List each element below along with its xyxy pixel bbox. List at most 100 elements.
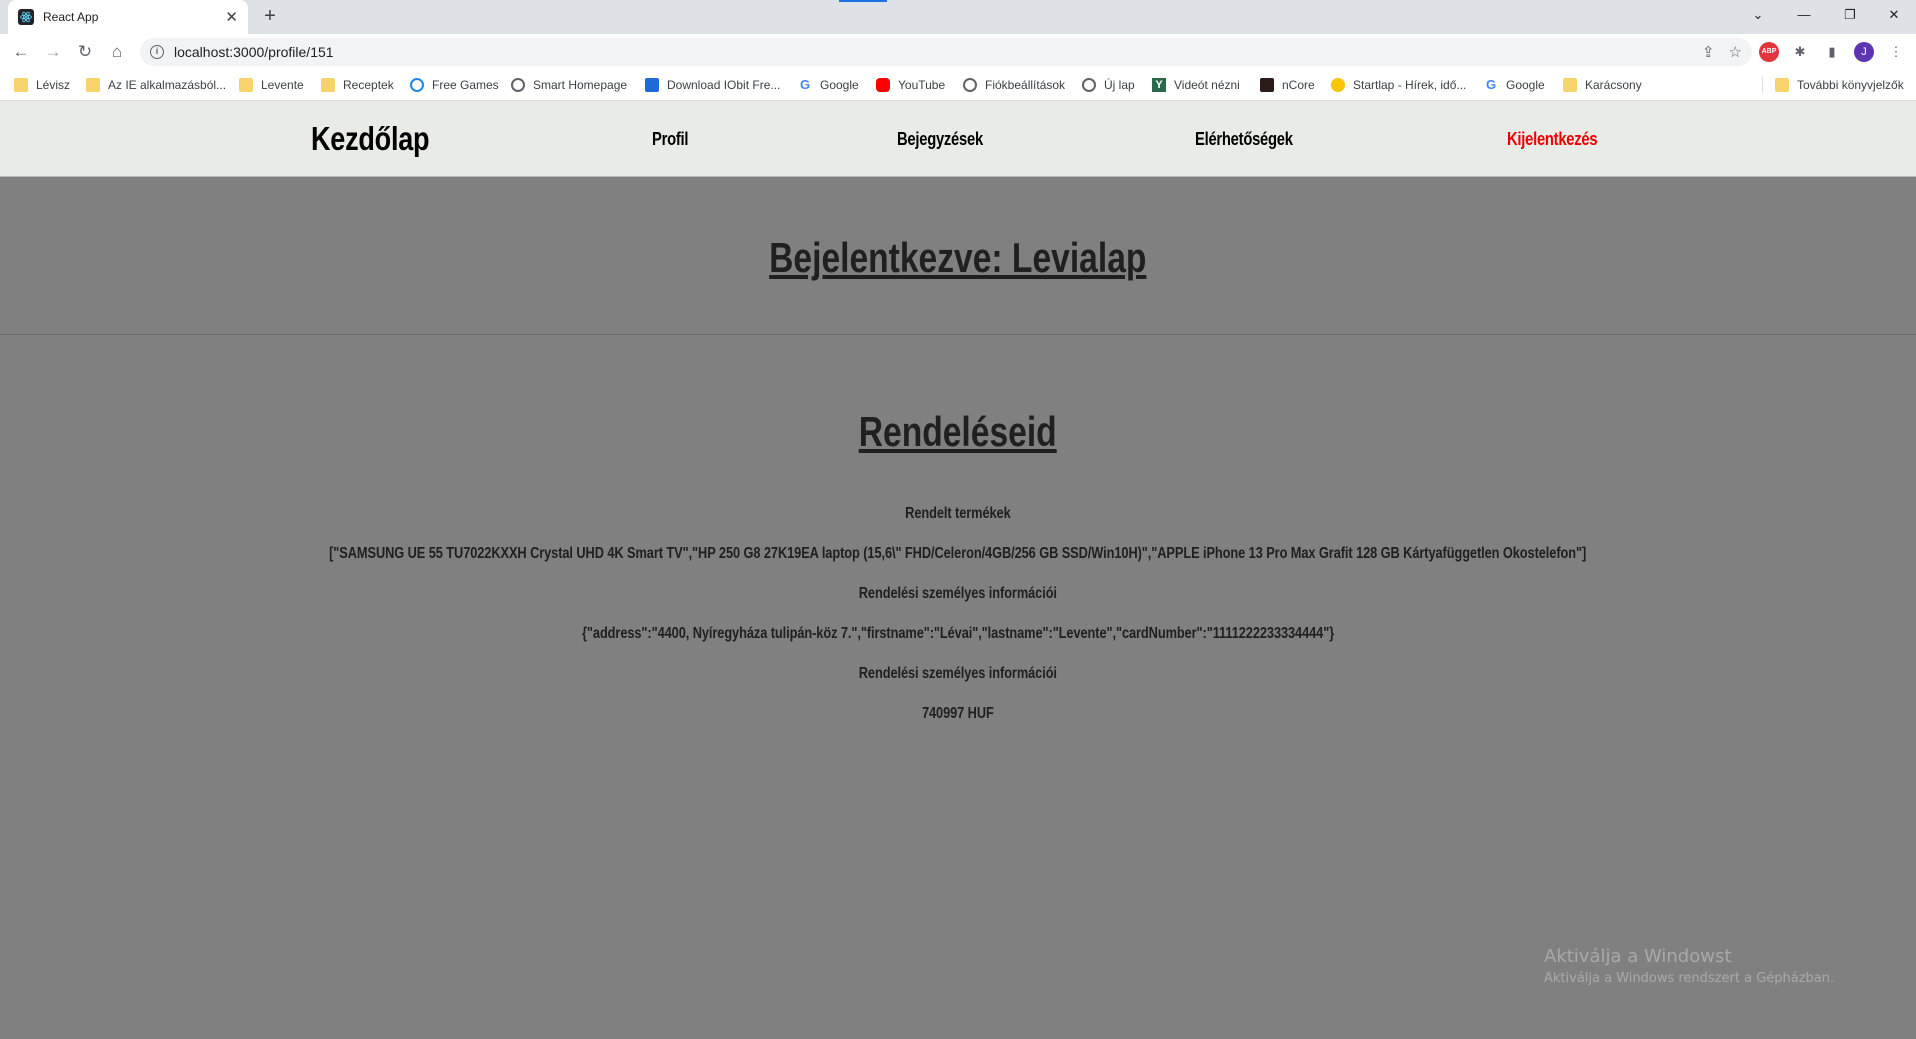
bookmark-ie[interactable]: Az IE alkalmazásból... bbox=[86, 77, 226, 93]
other-bookmarks[interactable]: További könyvjelzők bbox=[1775, 77, 1904, 93]
globe-icon bbox=[1082, 78, 1096, 92]
bookmark-star-icon[interactable]: ☆ bbox=[1729, 43, 1742, 61]
bookmark-uj-lap[interactable]: Új lap bbox=[1082, 77, 1135, 93]
bookmark-google[interactable]: G Google bbox=[798, 77, 859, 93]
ordered-products-label: Rendelt termékek bbox=[0, 505, 1916, 523]
bookmarks-separator bbox=[1762, 77, 1763, 93]
close-tab-icon[interactable]: ✕ bbox=[225, 8, 238, 26]
bookmark-label: nCore bbox=[1282, 78, 1315, 92]
bookmark-label: Free Games bbox=[432, 78, 499, 92]
logged-in-text: Bejelentkezve: Levialap bbox=[769, 234, 1147, 281]
folder-icon bbox=[86, 78, 100, 92]
globe-icon bbox=[410, 78, 424, 92]
bookmark-label: Levente bbox=[261, 78, 304, 92]
ordered-products-label-text: Rendelt termékek bbox=[905, 505, 1011, 522]
personal-info-value-text: {"address":"4400, Nyíregyháza tulipán-kö… bbox=[581, 625, 1335, 642]
tab-search-button[interactable]: ⌄ bbox=[1736, 0, 1780, 30]
restore-button[interactable]: ❐ bbox=[1828, 0, 1872, 30]
site-navbar: Kezdőlap Profil Bejegyzések Elérhetősége… bbox=[0, 101, 1916, 177]
startlap-icon bbox=[1331, 78, 1345, 92]
folder-icon bbox=[1563, 78, 1577, 92]
total-value-text: 740997 HUF bbox=[922, 705, 994, 722]
globe-icon bbox=[963, 78, 977, 92]
bookmark-label: Videót nézni bbox=[1174, 78, 1240, 92]
adblock-icon[interactable]: ABP bbox=[1759, 42, 1779, 62]
bookmark-levisz[interactable]: Lévisz bbox=[14, 77, 70, 93]
close-window-button[interactable]: ✕ bbox=[1872, 0, 1916, 30]
google-icon: G bbox=[1485, 77, 1497, 92]
total-value: 740997 HUF bbox=[0, 705, 1916, 723]
nav-profile-link[interactable]: Profil bbox=[652, 101, 688, 177]
menu-icon[interactable]: ⋮ bbox=[1886, 42, 1906, 62]
bookmark-smart-homepage[interactable]: Smart Homepage bbox=[511, 77, 627, 93]
side-panel-icon[interactable]: ▮ bbox=[1822, 42, 1842, 62]
minimize-button[interactable]: — bbox=[1782, 0, 1826, 30]
total-label-text: Rendelési személyes információi bbox=[858, 665, 1058, 682]
bookmark-youtube[interactable]: YouTube bbox=[876, 77, 945, 93]
bookmark-receptek[interactable]: Receptek bbox=[321, 77, 394, 93]
browser-toolbar: ← → ↻ ⌂ i localhost:3000/profile/151 ⇪ ☆… bbox=[0, 34, 1916, 69]
tab-title: React App bbox=[43, 10, 99, 24]
personal-info-label-text: Rendelési személyes információi bbox=[858, 585, 1058, 602]
google-icon: G bbox=[799, 77, 811, 92]
back-button[interactable]: ← bbox=[8, 39, 34, 65]
other-bookmarks-label: További könyvjelzők bbox=[1797, 78, 1904, 92]
bookmark-label: Új lap bbox=[1104, 78, 1135, 92]
bookmark-startlap[interactable]: Startlap - Hírek, idő... bbox=[1331, 77, 1466, 93]
home-button[interactable]: ⌂ bbox=[104, 39, 130, 65]
bookmark-label: Lévisz bbox=[36, 78, 71, 92]
browser-tab[interactable]: React App ✕ bbox=[8, 0, 248, 34]
site-info-icon[interactable]: i bbox=[150, 45, 164, 59]
bookmark-videot-nezni[interactable]: Y Videót nézni bbox=[1152, 77, 1240, 93]
youtube-icon bbox=[876, 78, 890, 92]
orders-heading: Rendeléseid bbox=[0, 408, 1916, 456]
bookmark-label: Karácsony bbox=[1585, 78, 1642, 92]
bookmark-label: Google bbox=[820, 78, 859, 92]
bookmark-levente[interactable]: Levente bbox=[239, 77, 304, 93]
bookmark-label: Google bbox=[1506, 78, 1545, 92]
home-link[interactable]: Kezdőlap bbox=[311, 101, 430, 177]
ordered-products-value: ["SAMSUNG UE 55 TU7022KXXH Crystal UHD 4… bbox=[0, 545, 1916, 563]
bookmarks-bar: Lévisz Az IE alkalmazásból... Levente Re… bbox=[0, 69, 1916, 101]
bookmark-label: Startlap - Hírek, idő... bbox=[1353, 78, 1467, 92]
personal-info-value: {"address":"4400, Nyíregyháza tulipán-kö… bbox=[0, 625, 1916, 643]
total-label: Rendelési személyes információi bbox=[0, 665, 1916, 683]
tab-strip-accent bbox=[839, 0, 887, 2]
url-text[interactable]: localhost:3000/profile/151 bbox=[174, 44, 1688, 60]
logged-in-heading: Bejelentkezve: Levialap bbox=[0, 234, 1916, 282]
nav-contacts-link[interactable]: Elérhetőségek bbox=[1195, 101, 1293, 177]
bookmark-ncore[interactable]: nCore bbox=[1260, 77, 1315, 93]
tab-strip: React App ✕ + ⌄ — ❐ ✕ bbox=[0, 0, 1916, 34]
react-favicon-icon bbox=[18, 9, 34, 25]
profile-avatar[interactable]: J bbox=[1854, 42, 1874, 62]
new-tab-button[interactable]: + bbox=[258, 4, 282, 28]
bookmark-google-2[interactable]: G Google bbox=[1484, 77, 1545, 93]
folder-icon bbox=[321, 78, 335, 92]
folder-icon bbox=[1775, 78, 1789, 92]
folder-icon bbox=[239, 78, 253, 92]
bookmark-karacsony[interactable]: Karácsony bbox=[1563, 77, 1642, 93]
y-icon: Y bbox=[1152, 78, 1166, 92]
watermark-subtitle: Aktiválja a Windows rendszert a Gépházba… bbox=[1544, 971, 1835, 986]
watermark-title: Aktiválja a Windowst bbox=[1544, 946, 1732, 967]
reload-button[interactable]: ↻ bbox=[72, 39, 98, 65]
nav-posts-link[interactable]: Bejegyzések bbox=[897, 101, 983, 177]
globe-icon bbox=[511, 78, 525, 92]
ncore-icon bbox=[1260, 78, 1274, 92]
bookmark-iobit[interactable]: Download IObit Fre... bbox=[645, 77, 780, 93]
forward-button[interactable]: → bbox=[40, 39, 66, 65]
bookmark-label: YouTube bbox=[898, 78, 946, 92]
address-bar[interactable]: i localhost:3000/profile/151 ⇪ ☆ bbox=[140, 38, 1752, 66]
bookmark-label: Fiókbeállítások bbox=[985, 78, 1066, 92]
logout-link[interactable]: Kijelentkezés bbox=[1507, 101, 1598, 177]
iobit-icon bbox=[645, 78, 659, 92]
bookmark-label: Receptek bbox=[343, 78, 394, 92]
share-icon[interactable]: ⇪ bbox=[1702, 43, 1715, 61]
extensions-icon[interactable]: ✱ bbox=[1790, 42, 1810, 62]
folder-icon bbox=[14, 78, 28, 92]
personal-info-label: Rendelési személyes információi bbox=[0, 585, 1916, 603]
bookmark-free-games[interactable]: Free Games bbox=[410, 77, 499, 93]
bookmark-label: Smart Homepage bbox=[533, 78, 628, 92]
bookmark-label: Az IE alkalmazásból... bbox=[108, 78, 227, 92]
bookmark-fiokbeallitasok[interactable]: Fiókbeállítások bbox=[963, 77, 1065, 93]
